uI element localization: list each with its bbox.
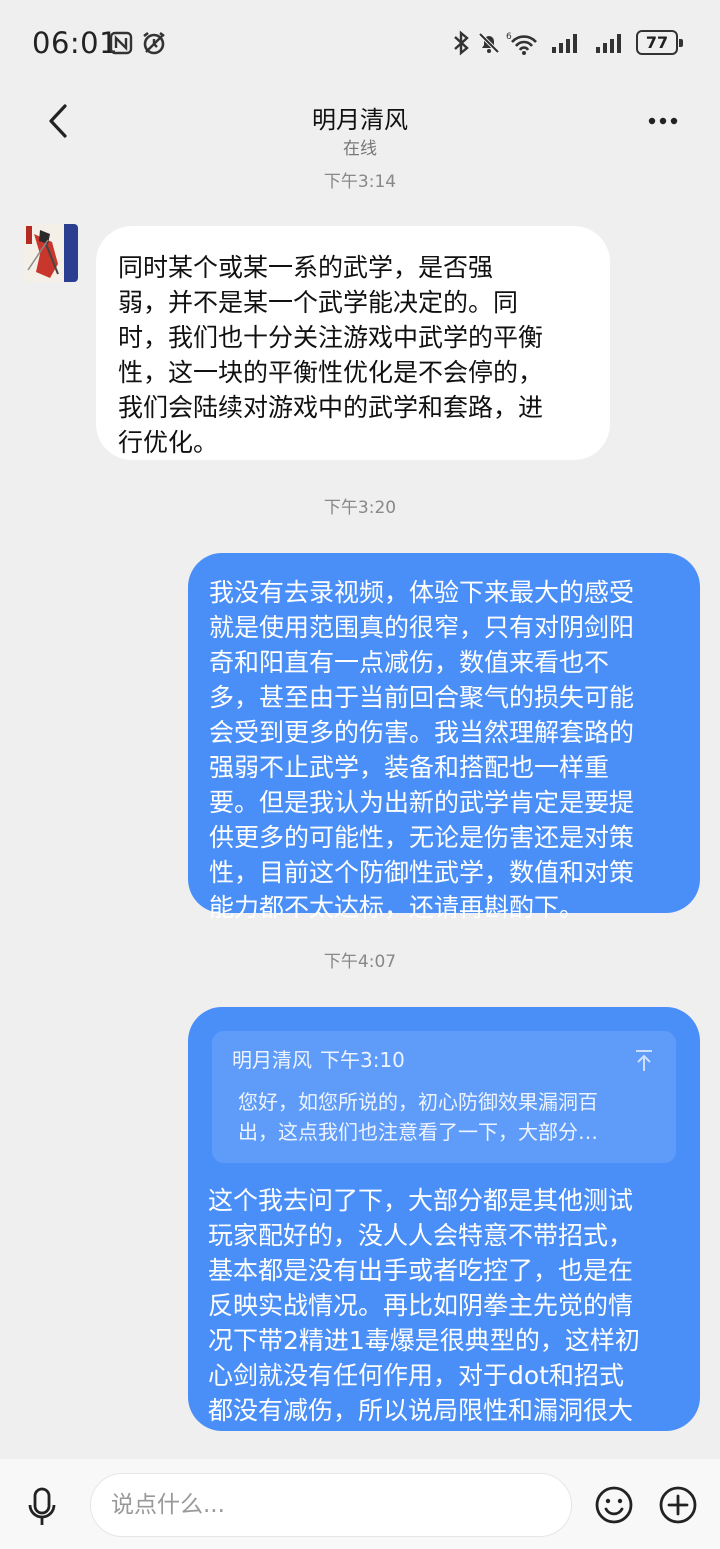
contact-status: 在线 <box>343 139 377 159</box>
alarm-icon <box>140 30 168 56</box>
signal-icon-2 <box>594 30 626 56</box>
input-bar <box>0 1459 720 1549</box>
jump-to-original-icon[interactable] <box>634 1049 654 1073</box>
quote-header: 明月清风 下午3:10 <box>232 1045 656 1075</box>
quote-text: 您好，如您所说的，初心防御效果漏洞百 出，这点我们也注意看了一下，大部分… <box>238 1090 598 1144</box>
status-bar: 06:01 6 77 <box>0 0 720 86</box>
more-options-button[interactable] <box>640 102 686 140</box>
message-timestamp: 下午4:07 <box>323 952 397 972</box>
message-timestamp: 下午3:14 <box>323 172 397 192</box>
message-text: 同时某个或某一系的武学，是否强 弱，并不是某一个武学能决定的。同 时，我们也十分… <box>118 253 544 457</box>
quote-time: 下午3:10 <box>320 1048 405 1072</box>
chat-screen: 06:01 6 77 明月清风 在线 下午3:14 同时某个或某一系的武学，是否… <box>0 0 720 1549</box>
message-bubble-sent[interactable]: 我没有去录视频，体验下来最大的感受 就是使用范围真的很窄，只有对阴剑阳 奇和阳直… <box>188 553 700 922</box>
emoji-icon[interactable] <box>594 1485 634 1525</box>
message-text: 我没有去录视频，体验下来最大的感受 就是使用范围真的很窄，只有对阴剑阳 奇和阳直… <box>209 578 635 922</box>
svg-text:6: 6 <box>506 32 512 42</box>
message-text: 这个我去问了下，大部分都是其他测试 玩家配好的，没人人会特意不带招式， 基本都是… <box>208 1186 640 1425</box>
mute-icon <box>476 30 502 56</box>
microphone-icon <box>28 1487 56 1525</box>
contact-avatar[interactable] <box>24 224 78 282</box>
contact-name: 明月清风 <box>312 106 408 134</box>
message-input[interactable] <box>90 1473 572 1537</box>
status-time: 06:01 <box>32 26 119 60</box>
signal-icon <box>550 30 582 56</box>
more-horizontal-icon <box>648 117 678 125</box>
message-bubble-received[interactable]: 同时某个或某一系的武学，是否强 弱，并不是某一个武学能决定的。同 时，我们也十分… <box>96 226 610 460</box>
quoted-message[interactable]: 明月清风 下午3:10 您好，如您所说的，初心防御效果漏洞百 出，这点我们也注意看… <box>212 1031 676 1163</box>
wifi-6-icon: 6 <box>506 30 542 56</box>
avatar-illustration-icon <box>24 224 78 282</box>
battery-indicator: 77 <box>636 30 683 55</box>
nfc-icon <box>108 30 134 56</box>
quote-author: 明月清风 <box>232 1048 312 1072</box>
message-bubble-sent-with-quote[interactable]: 明月清风 下午3:10 您好，如您所说的，初心防御效果漏洞百 出，这点我们也注意看… <box>188 1007 700 1431</box>
bluetooth-icon <box>450 30 472 56</box>
message-timestamp: 下午3:20 <box>323 498 397 518</box>
add-attachment-icon[interactable] <box>658 1485 698 1525</box>
chat-header: 明月清风 在线 <box>0 86 720 162</box>
voice-input-button[interactable] <box>20 1485 64 1529</box>
